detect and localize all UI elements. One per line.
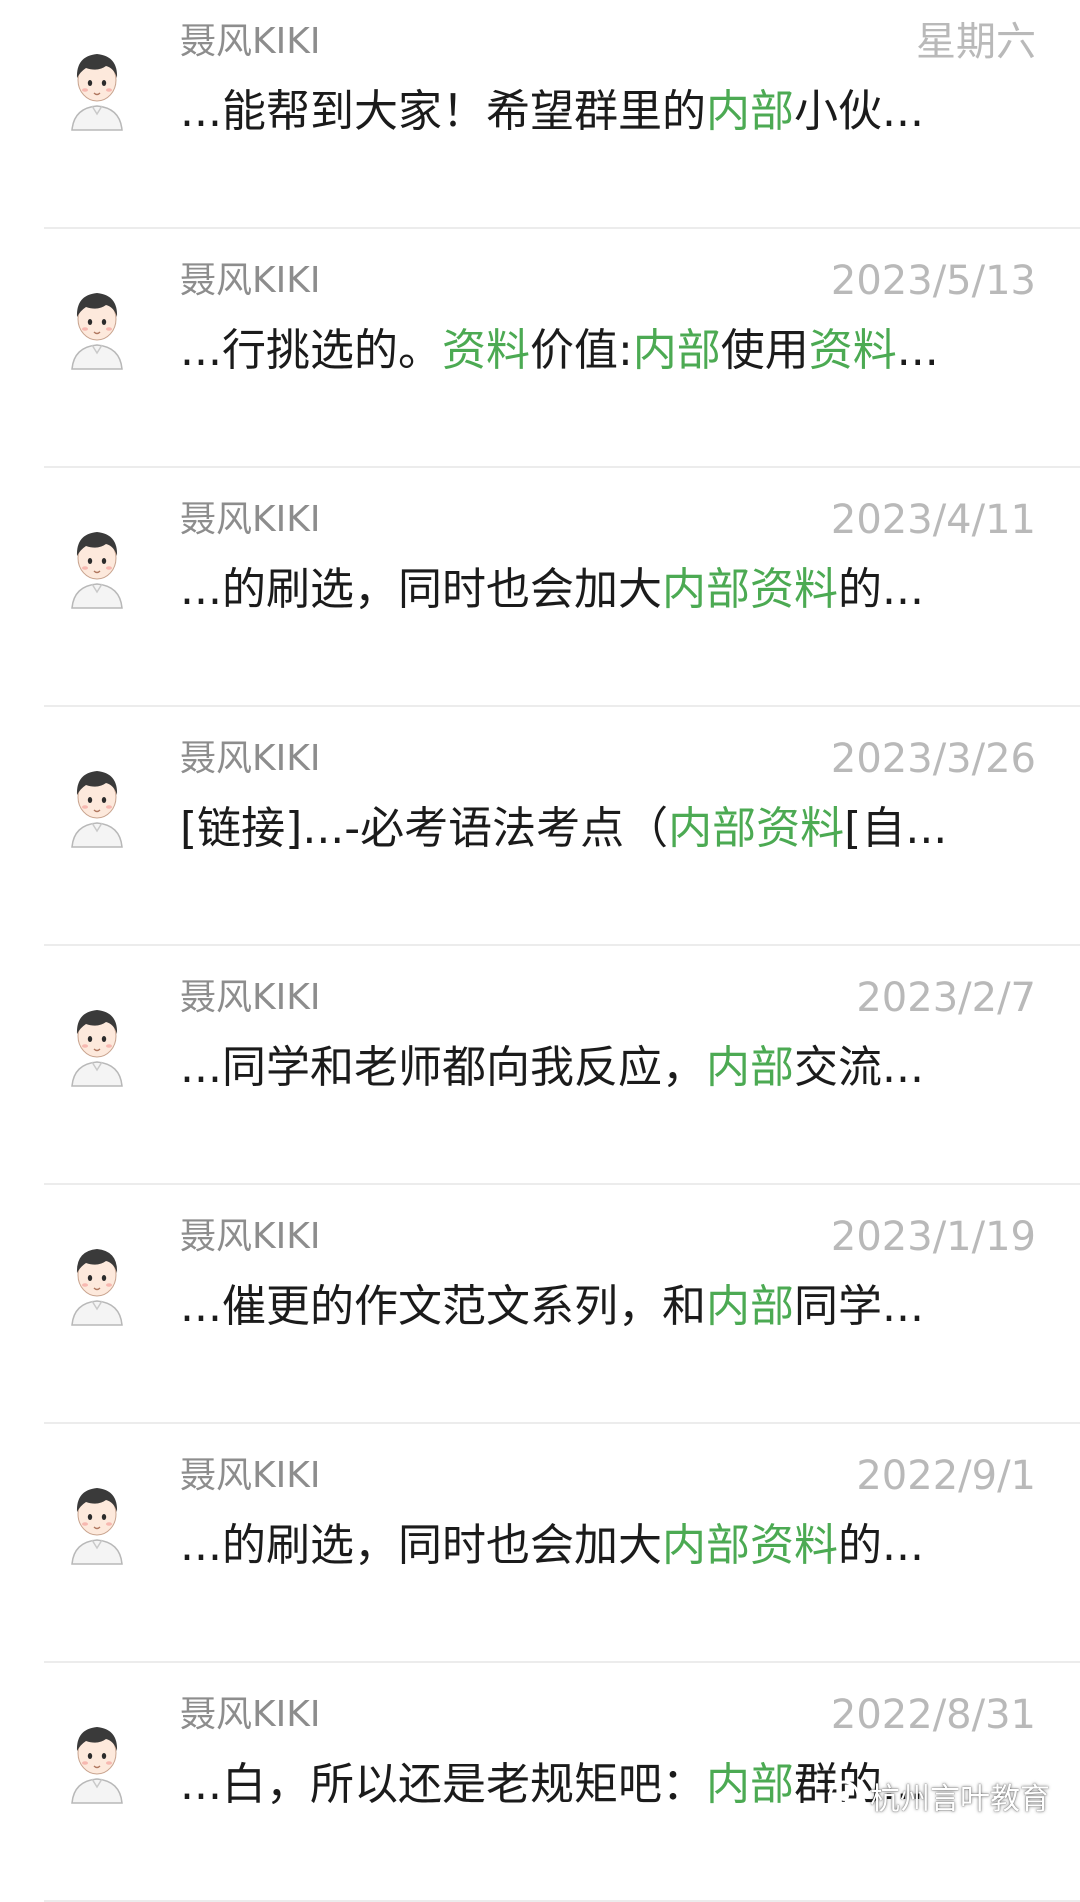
search-result-row[interactable]: 聂风KIKI 2022/9/1 ...的刷选，同时也会加大内部资料的... <box>0 1424 1080 1663</box>
sender-name: 聂风KIKI <box>180 21 321 62</box>
search-result-row[interactable]: 聂风KIKI 2023/2/7 ...同学和老师都向我反应，内部交流... <box>0 946 1080 1185</box>
watermark-text: 杭州言叶教育 <box>870 1782 1050 1817</box>
snippet-text: ...白，所以还是老规矩吧： <box>180 1759 706 1810</box>
wechat-official-account-icon <box>828 1780 860 1812</box>
snippet-text: ...的刷选，同时也会加大 <box>180 564 662 615</box>
keyword-highlight: 内部 <box>705 86 794 137</box>
snippet-text: ... <box>896 325 939 376</box>
avatar[interactable] <box>62 1237 132 1327</box>
cartoon-boy-avatar-icon <box>71 1010 123 1087</box>
keyword-highlight: 内部 <box>632 325 721 376</box>
search-result-row[interactable]: 聂风KIKI 2023/3/26 [链接]...-必考语法考点（内部资料[自... <box>0 707 1080 946</box>
message-snippet: [链接]...-必考语法考点（内部资料[自... <box>180 799 1040 859</box>
search-result-row[interactable]: 聂风KIKI 2023/4/11 ...的刷选，同时也会加大内部资料的... <box>0 468 1080 707</box>
snippet-text: 交流... <box>793 1042 924 1093</box>
snippet-text: ...能帮到大家！希望群里的 <box>180 86 706 137</box>
avatar[interactable] <box>62 42 132 132</box>
snippet-text: ...的刷选，同时也会加大 <box>180 1520 662 1571</box>
snippet-text: [链接]...-必考语法考点（ <box>180 803 669 854</box>
sender-name: 聂风KIKI <box>180 738 321 779</box>
avatar[interactable] <box>62 998 132 1088</box>
snippet-text: 的... <box>837 564 924 615</box>
snippet-text: 同学... <box>793 1281 924 1332</box>
avatar[interactable] <box>62 759 132 849</box>
snippet-text: ...催更的作文范文系列，和 <box>180 1281 706 1332</box>
message-snippet: ...的刷选，同时也会加大内部资料的... <box>180 1516 1040 1576</box>
keyword-highlight: 资料 <box>441 325 530 376</box>
snippet-text: 的... <box>837 1520 924 1571</box>
sender-name: 聂风KIKI <box>180 1455 321 1496</box>
message-snippet: ...能帮到大家！希望群里的内部小伙... <box>180 82 1040 142</box>
sender-name: 聂风KIKI <box>180 1216 321 1257</box>
search-results-list: 聂风KIKI 星期六 ...能帮到大家！希望群里的内部小伙... 聂风KIKI 2023… <box>0 0 1080 1902</box>
message-date: 2023/5/13 <box>830 258 1036 304</box>
cartoon-boy-avatar-icon <box>71 1249 123 1326</box>
keyword-highlight: 内部资料 <box>661 1520 838 1571</box>
search-result-row[interactable]: 聂风KIKI 星期六 ...能帮到大家！希望群里的内部小伙... <box>0 0 1080 229</box>
keyword-highlight: 内部资料 <box>668 803 845 854</box>
watermark: 杭州言叶教育 <box>826 1772 1050 1820</box>
message-snippet: ...的刷选，同时也会加大内部资料的... <box>180 560 1040 620</box>
message-snippet: ...行挑选的。资料价值:内部使用资料... <box>180 321 1040 381</box>
snippet-text: 使用 <box>720 325 809 376</box>
keyword-highlight: 内部资料 <box>661 564 838 615</box>
avatar[interactable] <box>62 1476 132 1566</box>
sender-name: 聂风KIKI <box>180 1694 321 1735</box>
message-date: 2023/2/7 <box>856 975 1036 1021</box>
cartoon-boy-avatar-icon <box>71 1727 123 1804</box>
cartoon-boy-avatar-icon <box>71 1488 123 1565</box>
snippet-text: 小伙... <box>793 86 924 137</box>
message-date: 2023/1/19 <box>830 1214 1036 1260</box>
avatar[interactable] <box>62 520 132 610</box>
message-date: 2023/3/26 <box>830 736 1036 782</box>
cartoon-boy-avatar-icon <box>71 54 123 131</box>
message-snippet: ...催更的作文范文系列，和内部同学... <box>180 1277 1040 1337</box>
snippet-text: 价值: <box>529 325 633 376</box>
snippet-text: ...行挑选的。 <box>180 325 442 376</box>
sender-name: 聂风KIKI <box>180 260 321 301</box>
sender-name: 聂风KIKI <box>180 977 321 1018</box>
cartoon-boy-avatar-icon <box>71 771 123 848</box>
message-date: 星期六 <box>916 19 1036 65</box>
snippet-text: ...同学和老师都向我反应， <box>180 1042 706 1093</box>
keyword-highlight: 资料 <box>808 325 897 376</box>
search-result-row[interactable]: 聂风KIKI 2023/5/13 ...行挑选的。资料价值:内部使用资料... <box>0 229 1080 468</box>
cartoon-boy-avatar-icon <box>71 532 123 609</box>
avatar[interactable] <box>62 1715 132 1805</box>
avatar[interactable] <box>62 281 132 371</box>
snippet-text: [自... <box>844 803 948 854</box>
message-snippet: ...同学和老师都向我反应，内部交流... <box>180 1038 1040 1098</box>
message-date: 2022/9/1 <box>856 1453 1036 1499</box>
search-result-row[interactable]: 聂风KIKI 2023/1/19 ...催更的作文范文系列，和内部同学... <box>0 1185 1080 1424</box>
keyword-highlight: 内部 <box>705 1281 794 1332</box>
message-date: 2023/4/11 <box>830 497 1036 543</box>
keyword-highlight: 内部 <box>705 1042 794 1093</box>
message-date: 2022/8/31 <box>830 1692 1036 1738</box>
keyword-highlight: 内部 <box>705 1759 794 1810</box>
cartoon-boy-avatar-icon <box>71 293 123 370</box>
sender-name: 聂风KIKI <box>180 499 321 540</box>
